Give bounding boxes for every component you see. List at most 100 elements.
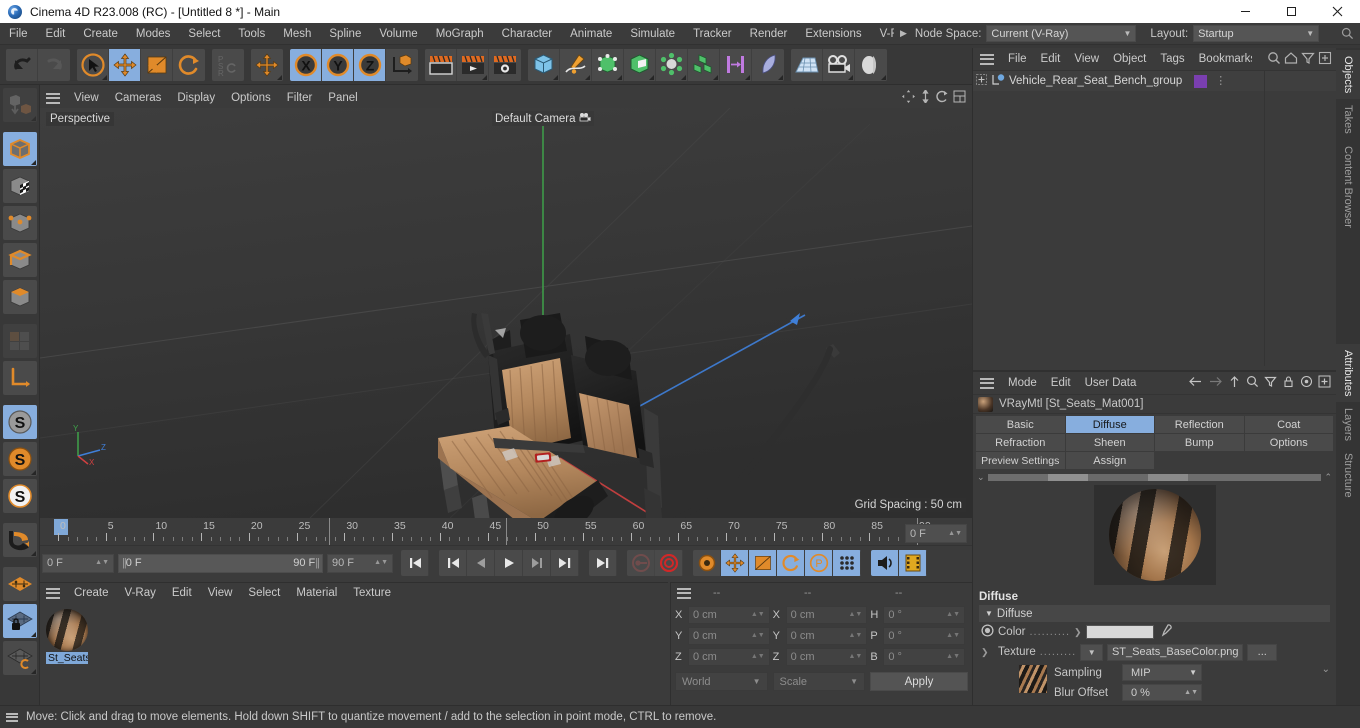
chevron-right-icon[interactable]: ❯: [981, 647, 994, 658]
menu-spline[interactable]: Spline: [320, 23, 370, 45]
material-menu-create[interactable]: Create: [66, 583, 117, 603]
size-z-field[interactable]: 0 cm ▲▼: [785, 648, 868, 666]
timeline-ruler[interactable]: 051015202530354045505560657075808590: [40, 518, 972, 546]
search-icon[interactable]: [1246, 375, 1259, 391]
viewport-menu-options[interactable]: Options: [223, 88, 279, 108]
tab-reflection[interactable]: Reflection: [1155, 416, 1244, 433]
tab-preview-settings[interactable]: Preview Settings: [976, 452, 1065, 469]
close-icon[interactable]: [1314, 0, 1360, 23]
object-hamburger-icon[interactable]: [980, 53, 994, 65]
material-menu-edit[interactable]: Edit: [164, 583, 200, 603]
spinner-icon[interactable]: ▲▼: [374, 559, 388, 566]
side-tab-structure[interactable]: Structure: [1336, 447, 1360, 504]
texture-path-field[interactable]: ST_Seats_BaseColor.png: [1107, 643, 1244, 661]
size-y-field[interactable]: 0 cm ▲▼: [785, 627, 868, 645]
add-generator-button[interactable]: [592, 48, 624, 81]
zoom-icon[interactable]: [919, 88, 932, 106]
viewport-menu-view[interactable]: View: [66, 88, 107, 108]
add-cube-button[interactable]: [528, 48, 560, 81]
object-menu-object[interactable]: Object: [1106, 48, 1153, 70]
menu-modes[interactable]: Modes: [127, 23, 180, 45]
preview-range-bar[interactable]: || 0 F 90 F ||: [118, 553, 323, 573]
attributes-menu-user-data[interactable]: User Data: [1078, 372, 1144, 394]
go-to-end-button[interactable]: [589, 550, 617, 576]
coordinate-mode-select[interactable]: Scale ▼: [772, 672, 865, 691]
coordinates-hamburger-icon[interactable]: [677, 587, 691, 599]
chevron-right-icon[interactable]: ❯: [1074, 627, 1082, 638]
play-button[interactable]: [495, 550, 523, 576]
pos-y-field[interactable]: 0 cm ▲▼: [688, 627, 770, 645]
viewport-menu-panel[interactable]: Panel: [320, 88, 365, 108]
menu-edit[interactable]: Edit: [37, 23, 75, 45]
forward-arrow-icon[interactable]: [1208, 375, 1223, 391]
sampling-select[interactable]: MIP ▼: [1122, 664, 1202, 681]
rotate-button[interactable]: [173, 48, 205, 81]
tab-options[interactable]: Options: [1244, 434, 1333, 451]
spinner-icon[interactable]: ▲▼: [848, 632, 862, 639]
previous-keyframe-button[interactable]: [439, 550, 467, 576]
viewport-menu-cameras[interactable]: Cameras: [107, 88, 170, 108]
search-icon[interactable]: [1339, 25, 1356, 42]
menu-tracker[interactable]: Tracker: [684, 23, 741, 45]
menu-mograph[interactable]: MoGraph: [427, 23, 493, 45]
material-menu-select[interactable]: Select: [240, 583, 288, 603]
menu-character[interactable]: Character: [493, 23, 562, 45]
target-icon[interactable]: [1300, 375, 1313, 391]
position-key-button[interactable]: [721, 550, 749, 576]
filter-icon[interactable]: [1264, 375, 1277, 391]
menu-file[interactable]: File: [0, 23, 37, 45]
current-frame-field[interactable]: 0 F ▲▼: [42, 553, 114, 573]
rotation-key-button[interactable]: [777, 550, 805, 576]
world-coordinates-button[interactable]: [251, 48, 283, 81]
sound-button[interactable]: [871, 550, 899, 576]
menu-overflow-arrow-icon[interactable]: ▶: [894, 28, 913, 39]
eyedropper-icon[interactable]: [1158, 623, 1173, 641]
spinner-icon[interactable]: ▲▼: [751, 632, 765, 639]
planar-workplane-button[interactable]: [2, 641, 37, 675]
render-view-button[interactable]: [425, 48, 457, 81]
undo-button[interactable]: [6, 48, 38, 81]
menu-mesh[interactable]: Mesh: [274, 23, 320, 45]
record-active-objects-button[interactable]: [627, 550, 655, 576]
scale-button[interactable]: [141, 48, 173, 81]
spinner-icon[interactable]: ▲▼: [946, 632, 960, 639]
tab-bump[interactable]: Bump: [1155, 434, 1244, 451]
tab-assign[interactable]: Assign: [1065, 452, 1154, 469]
viewport-menu-filter[interactable]: Filter: [279, 88, 321, 108]
add-camera-button[interactable]: [823, 48, 855, 81]
make-editable-button[interactable]: [2, 88, 37, 122]
back-arrow-icon[interactable]: [1188, 375, 1203, 391]
step-back-button[interactable]: [467, 550, 495, 576]
uv-mode-button[interactable]: [2, 324, 37, 358]
menu-render[interactable]: Render: [741, 23, 797, 45]
texture-dropdown-button[interactable]: ▼: [1080, 643, 1104, 661]
rot-p-field[interactable]: 0 ° ▲▼: [883, 627, 966, 645]
object-manager-list[interactable]: Vehicle_Rear_Seat_Bench_group ⋮: [973, 70, 1336, 366]
color-swatch[interactable]: [1085, 625, 1154, 639]
viewport-hamburger-icon[interactable]: [46, 92, 60, 104]
attributes-hamburger-icon[interactable]: [980, 377, 994, 389]
coordinate-system-select[interactable]: World ▼: [675, 672, 768, 691]
object-menu-file[interactable]: File: [1001, 48, 1034, 70]
material-menu-texture[interactable]: Texture: [345, 583, 399, 603]
menu-extensions[interactable]: Extensions: [796, 23, 870, 45]
polygons-mode-button[interactable]: [2, 280, 37, 314]
side-tab-objects[interactable]: Objects: [1336, 50, 1360, 100]
tab-diffuse[interactable]: Diffuse: [1065, 416, 1154, 433]
add-mograph-button[interactable]: [688, 48, 720, 81]
spinner-icon[interactable]: ▲▼: [946, 653, 960, 660]
menu-simulate[interactable]: Simulate: [621, 23, 684, 45]
chevron-down-icon[interactable]: ⌄: [977, 472, 985, 483]
move-button[interactable]: [109, 48, 141, 81]
layout-select[interactable]: Startup ▼: [1193, 25, 1320, 42]
material-item[interactable]: St_Seats: [46, 609, 88, 664]
object-dots-icon[interactable]: ⋮: [1215, 76, 1226, 87]
lock-y-button[interactable]: Y: [322, 48, 354, 81]
model-mode-button[interactable]: [2, 132, 37, 166]
add-floor-button[interactable]: [791, 48, 823, 81]
end-frame-field[interactable]: 0 F ▲▼: [905, 524, 967, 543]
menu-animate[interactable]: Animate: [561, 23, 621, 45]
material-menu-material[interactable]: Material: [288, 583, 345, 603]
expand-toggle-icon[interactable]: [976, 74, 987, 88]
spinner-icon[interactable]: ▲▼: [751, 611, 765, 618]
